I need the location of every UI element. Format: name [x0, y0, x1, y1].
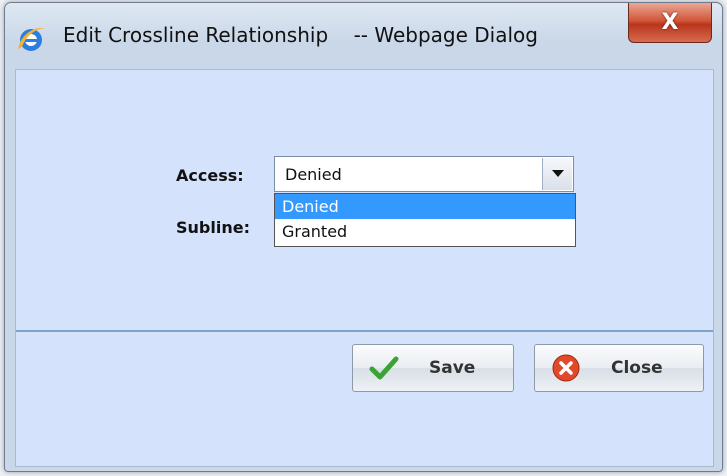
subline-label: Subline:: [176, 218, 250, 237]
access-label: Access:: [176, 166, 244, 185]
ie-icon: [15, 23, 49, 55]
close-button[interactable]: Close: [534, 344, 704, 392]
access-dropdown-list: Denied Granted: [274, 193, 576, 247]
access-select-value: Denied: [285, 165, 342, 184]
close-icon: X: [661, 10, 679, 35]
dialog-body: Access: Subline: Denied Denied Granted S…: [15, 69, 714, 467]
dialog-window: Edit Crossline Relationship -- Webpage D…: [4, 2, 723, 472]
access-option-granted[interactable]: Granted: [275, 219, 575, 244]
access-option-denied[interactable]: Denied: [275, 194, 575, 219]
footer-divider: [16, 330, 713, 332]
window-title: Edit Crossline Relationship -- Webpage D…: [63, 23, 538, 47]
access-select[interactable]: Denied: [274, 156, 574, 192]
save-button[interactable]: Save: [352, 344, 514, 392]
title-bar[interactable]: Edit Crossline Relationship -- Webpage D…: [5, 3, 722, 73]
checkmark-icon: [369, 353, 399, 383]
close-button-label: Close: [611, 358, 663, 378]
chevron-down-icon[interactable]: [542, 158, 572, 190]
window-close-button[interactable]: X: [628, 3, 712, 43]
close-circle-icon: [551, 353, 581, 383]
save-button-label: Save: [429, 358, 476, 378]
